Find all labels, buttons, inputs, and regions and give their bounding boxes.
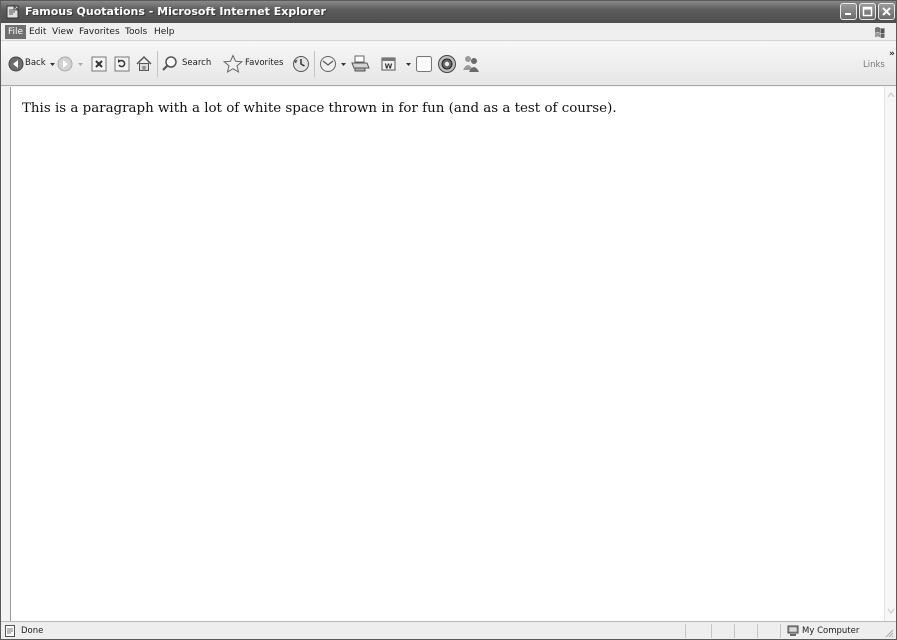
forward-icon[interactable] bbox=[57, 56, 73, 72]
vertical-scrollbar[interactable] bbox=[884, 87, 896, 621]
discuss-icon[interactable] bbox=[415, 55, 433, 73]
maximize-icon bbox=[862, 6, 873, 17]
my-computer-icon bbox=[787, 625, 799, 636]
mail-dropdown-icon[interactable] bbox=[340, 61, 347, 68]
close-button[interactable] bbox=[878, 3, 895, 20]
status-divider bbox=[734, 624, 735, 638]
refresh-icon[interactable] bbox=[114, 56, 130, 72]
minimize-icon bbox=[845, 13, 851, 15]
status-divider bbox=[685, 624, 686, 638]
browser-window: Famous Quotations - Microsoft Internet E… bbox=[0, 0, 897, 640]
search-icon[interactable] bbox=[161, 55, 179, 73]
content-paragraph: This is a paragraph with a lot of white … bbox=[22, 101, 617, 116]
messenger-icon[interactable] bbox=[461, 54, 481, 74]
search-label[interactable]: Search bbox=[182, 58, 211, 68]
maximize-button[interactable] bbox=[859, 3, 876, 20]
close-icon bbox=[882, 7, 891, 16]
menu-tools[interactable]: Tools bbox=[122, 25, 150, 39]
window-title: Famous Quotations - Microsoft Internet E… bbox=[25, 5, 326, 18]
back-dropdown-icon[interactable] bbox=[49, 61, 56, 68]
status-text: Done bbox=[21, 626, 44, 636]
status-divider bbox=[757, 624, 758, 638]
windows-flag-icon bbox=[875, 27, 885, 38]
svg-text:W: W bbox=[385, 63, 393, 71]
menu-edit[interactable]: Edit bbox=[26, 25, 49, 39]
research-icon[interactable] bbox=[437, 54, 457, 74]
minimize-button[interactable] bbox=[840, 3, 857, 20]
ie-page-icon bbox=[6, 5, 19, 19]
stop-icon[interactable] bbox=[91, 56, 107, 72]
print-icon[interactable] bbox=[350, 55, 370, 73]
forward-dropdown-icon[interactable] bbox=[77, 61, 84, 68]
edit-dropdown-icon[interactable] bbox=[405, 61, 412, 68]
mail-icon[interactable] bbox=[319, 55, 339, 73]
toolbar-separator bbox=[314, 51, 315, 77]
back-label: Back bbox=[25, 58, 46, 68]
scroll-down-icon[interactable] bbox=[887, 607, 895, 615]
menu-bar: File Edit View Favorites Tools Help bbox=[1, 23, 896, 41]
security-zone-text: My Computer bbox=[802, 626, 860, 636]
scroll-up-icon[interactable] bbox=[887, 91, 895, 99]
standard-toolbar: Back Search Favorites W Links » bbox=[1, 42, 896, 86]
back-icon bbox=[8, 56, 24, 72]
favorites-label[interactable]: Favorites bbox=[245, 58, 283, 68]
page-content: This is a paragraph with a lot of white … bbox=[10, 87, 884, 621]
favorites-star-icon[interactable] bbox=[223, 54, 243, 74]
menu-favorites[interactable]: Favorites bbox=[76, 25, 123, 39]
menu-view[interactable]: View bbox=[49, 25, 76, 39]
status-bar: Done My Computer bbox=[1, 621, 896, 639]
toolbar-separator bbox=[157, 51, 158, 77]
menu-help[interactable]: Help bbox=[151, 25, 178, 39]
status-divider bbox=[711, 624, 712, 638]
resize-grip-icon[interactable] bbox=[883, 627, 894, 638]
history-icon[interactable] bbox=[292, 55, 310, 73]
status-divider bbox=[780, 624, 781, 638]
page-done-icon bbox=[5, 625, 15, 637]
toolbar-overflow-chevron[interactable]: » bbox=[889, 49, 895, 59]
links-bar-label[interactable]: Links bbox=[863, 60, 885, 70]
menu-file[interactable]: File bbox=[5, 25, 27, 39]
home-icon[interactable] bbox=[135, 55, 153, 73]
edit-icon[interactable]: W bbox=[381, 56, 397, 72]
title-bar[interactable]: Famous Quotations - Microsoft Internet E… bbox=[1, 1, 896, 23]
